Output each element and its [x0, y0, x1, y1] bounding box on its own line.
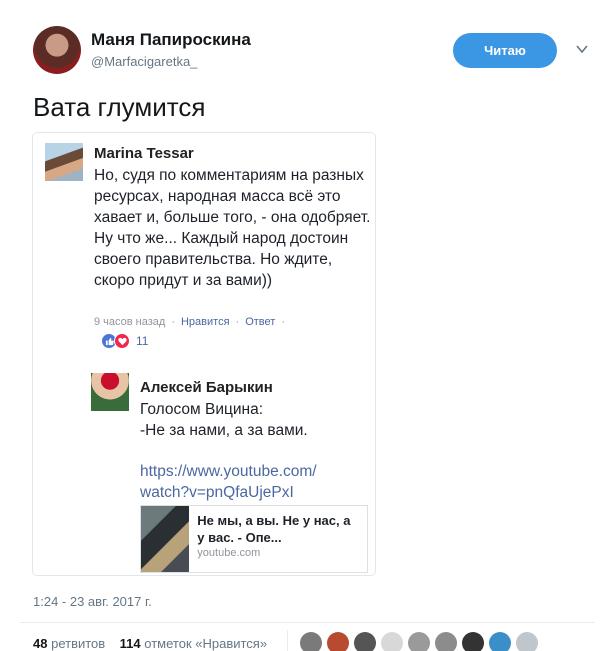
liker-avatar[interactable]	[381, 632, 403, 651]
liker-avatar[interactable]	[462, 632, 484, 651]
likes-label[interactable]: отметок «Нравится»	[144, 636, 267, 651]
tweet-timestamp[interactable]: 1:24 - 23 авг. 2017 г.	[33, 594, 152, 609]
reply-text-line: -Не за нами, а за вами.	[140, 422, 308, 439]
tweet-text: Вата глумится	[33, 92, 206, 122]
author-name[interactable]: Маня Папироскина	[91, 30, 251, 50]
reply-text-line: Голосом Вицина:	[140, 401, 264, 418]
comment-text: Но, судя по комментариям на разных ресур…	[94, 167, 371, 289]
comment-reply-link: Ответ	[245, 316, 276, 328]
comment-author: Marina Tessar	[94, 145, 194, 162]
retweets-count[interactable]: 48	[33, 636, 47, 651]
comment-like-link: Нравится	[180, 316, 230, 328]
liker-avatar[interactable]	[408, 632, 430, 651]
preview-domain: youtube.com	[197, 547, 261, 559]
retweets-label[interactable]: ретвитов	[51, 636, 105, 651]
reply-text: Голосом Вицина: -Не за нами, а за вами.	[140, 399, 370, 441]
liker-avatar[interactable]	[354, 632, 376, 651]
author-avatar[interactable]	[33, 26, 81, 74]
comment-time: 9 часов назад	[94, 316, 166, 328]
reply-avatar	[91, 373, 129, 411]
chevron-down-icon[interactable]	[575, 42, 589, 56]
author-handle[interactable]: @Marfacigaretka_	[91, 54, 197, 69]
likes-count[interactable]: 114	[120, 636, 141, 651]
liker-avatar[interactable]	[327, 632, 349, 651]
liker-avatar[interactable]	[435, 632, 457, 651]
preview-title: Не мы, а вы. Не у нас, а у вас. - Опе...	[197, 513, 351, 545]
reactions: 11	[101, 333, 148, 349]
comment-meta: 9 часов назад · Нравится · Ответ ·	[94, 316, 285, 328]
attached-screenshot[interactable]: Marina Tessar Но, судя по комментариям н…	[32, 132, 376, 576]
liker-avatar[interactable]	[300, 632, 322, 651]
reply-link: https://www.youtube.com/ watch?v=pnQfaUj…	[140, 463, 317, 501]
reaction-count: 11	[136, 334, 149, 348]
liker-avatar[interactable]	[516, 632, 538, 651]
heart-icon	[114, 333, 130, 349]
following-button[interactable]: Читаю	[453, 33, 557, 68]
divider	[287, 630, 288, 651]
divider	[20, 622, 595, 623]
reply-author: Алексей Барыкин	[140, 379, 273, 396]
tweet-stats: 48 ретвитов 114 отметок «Нравится»	[33, 636, 267, 651]
liker-avatar[interactable]	[489, 632, 511, 651]
likers-avatars	[300, 632, 538, 651]
video-thumbnail	[141, 506, 190, 572]
comment-avatar	[45, 143, 83, 181]
link-preview: Не мы, а вы. Не у нас, а у вас. - Опе...…	[140, 505, 368, 573]
